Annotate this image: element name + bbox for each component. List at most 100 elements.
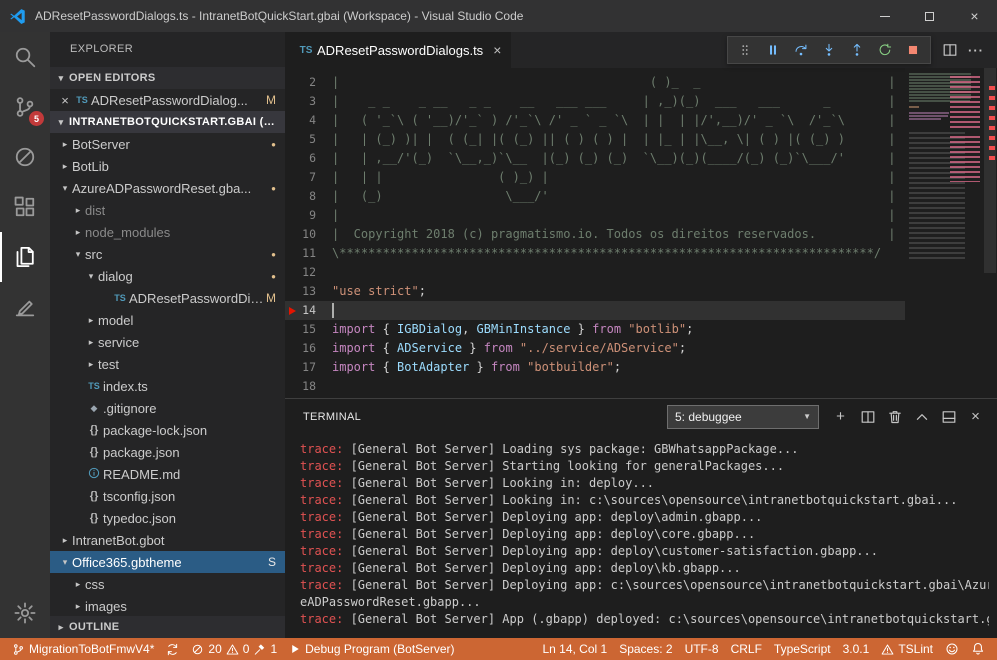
more-actions-button[interactable]: ··· [963, 38, 989, 62]
indentation-button[interactable]: Spaces: 2 [613, 638, 678, 660]
chevron-down-icon: ▾ [58, 557, 72, 568]
open-editors-header[interactable]: ▾ OPEN EDITORS [50, 67, 285, 89]
code-line-12[interactable]: 12 [285, 263, 905, 282]
code-editor[interactable]: 2| ( )_ _ |3| _ _ _ __ _ _ __ ___ ___ | … [285, 68, 997, 398]
code-line-8[interactable]: 8| (_) \___/' | [285, 187, 905, 206]
tree-item-src[interactable]: ▾src● [50, 243, 285, 265]
terminal-picker-dropdown[interactable]: 5: debuggee ▼ [667, 405, 819, 429]
activitybar-source-control[interactable]: 5 [0, 82, 50, 132]
code-line-5[interactable]: 5| | (_) )| | ( (_| |( (_) || ( ) ( ) | … [285, 130, 905, 149]
tree-item-botserver[interactable]: ▸BotServer● [50, 133, 285, 155]
maximize-icon [925, 12, 934, 21]
tree-item-dialog[interactable]: ▾dialog● [50, 265, 285, 287]
language-mode: TypeScript [774, 642, 831, 656]
code-line-14[interactable]: 14 [285, 301, 905, 320]
tree-item-images[interactable]: ▸images [50, 595, 285, 616]
code-line-13[interactable]: 13"use strict"; [285, 282, 905, 301]
tree-item-azureadpasswordreset-gba[interactable]: ▾AzureADPasswordReset.gba...● [50, 177, 285, 199]
json-file-icon: {} [85, 490, 103, 502]
terminal-line: trace: [General Bot Server] Deploying ap… [300, 526, 989, 543]
tree-item-package-json[interactable]: {}package.json [50, 441, 285, 463]
step-out-button[interactable] [844, 38, 870, 62]
outline-header[interactable]: ▸ OUTLINE [50, 616, 285, 638]
eol-button[interactable]: CRLF [725, 638, 768, 660]
code-line-2[interactable]: 2| ( )_ _ | [285, 73, 905, 92]
tree-item-tsconfig-json[interactable]: {}tsconfig.json [50, 485, 285, 507]
tree-item-model[interactable]: ▸model [50, 309, 285, 331]
search-icon [13, 45, 37, 69]
restart-button[interactable] [872, 38, 898, 62]
tree-item-botlib[interactable]: ▸BotLib [50, 155, 285, 177]
tree-item-gitignore[interactable]: ◆.gitignore [50, 397, 285, 419]
code-line-3[interactable]: 3| _ _ _ __ _ _ __ ___ ___ | ,_)(_) ___ … [285, 92, 905, 111]
split-editor-button[interactable] [937, 38, 963, 62]
sync-button[interactable] [160, 638, 185, 660]
tree-item-adresetpassworddial[interactable]: TSADResetPasswordDial...M [50, 287, 285, 309]
tree-item-node-modules[interactable]: ▸node_modules [50, 221, 285, 243]
tree-item-package-lock-json[interactable]: {}package-lock.json [50, 419, 285, 441]
cursor-position-button[interactable]: Ln 14, Col 1 [536, 638, 613, 660]
tree-item-typedoc-json[interactable]: {}typedoc.json [50, 507, 285, 529]
tslint-status-button[interactable]: TSLint [875, 638, 939, 660]
code-line-6[interactable]: 6| | ,__/'(_) `\__,_)`\__ |(_) (_) (_) `… [285, 149, 905, 168]
code-line-16[interactable]: 16import { ADService } from "../service/… [285, 339, 905, 358]
terminal-output[interactable]: trace: [General Bot Server] Loading sys … [285, 434, 997, 638]
activitybar-extensions[interactable] [0, 182, 50, 232]
split-terminal-button[interactable] [854, 404, 881, 430]
activitybar-settings-gear[interactable] [0, 588, 50, 638]
stop-button[interactable] [900, 38, 926, 62]
close-panel-button[interactable]: × [962, 404, 989, 430]
code-line-4[interactable]: 4| ( '_`\ ( '__)/'_` ) /'_`\ /' _ ` _ `\… [285, 111, 905, 130]
tree-item-css[interactable]: ▸css [50, 573, 285, 595]
pause-button[interactable] [760, 38, 786, 62]
step-over-button[interactable] [788, 38, 814, 62]
kill-terminal-button[interactable] [881, 404, 908, 430]
maximize-button[interactable] [907, 0, 952, 32]
code-line-15[interactable]: 15import { IGBDialog, GBMinInstance } fr… [285, 320, 905, 339]
tree-item-office365-gbtheme[interactable]: ▾Office365.gbthemeS [50, 551, 285, 573]
problems-button[interactable]: 20 0 1 [185, 638, 283, 660]
chevron-right-icon: ▸ [84, 359, 98, 370]
modified-badge: M [266, 93, 285, 107]
debug-status-button[interactable]: Debug Program (BotServer) [283, 638, 460, 660]
close-window-button[interactable]: × [952, 0, 997, 32]
tree-item-intranetbot-gbot[interactable]: ▸IntranetBot.gbot [50, 529, 285, 551]
activitybar-edit[interactable] [0, 282, 50, 332]
tree-item-index-ts[interactable]: TSindex.ts [50, 375, 285, 397]
step-into-button[interactable] [816, 38, 842, 62]
tree-item-service[interactable]: ▸service [50, 331, 285, 353]
overview-ruler[interactable] [983, 68, 997, 398]
code-line-10[interactable]: 10| Copyright 2018 (c) pragmatismo.io. T… [285, 225, 905, 244]
git-branch-button[interactable]: MigrationToBotFmwV4* [6, 638, 160, 660]
feedback-smiley-button[interactable] [939, 638, 965, 660]
tree-item-dist[interactable]: ▸dist [50, 199, 285, 221]
terminal-tab[interactable]: TERMINAL [303, 411, 361, 423]
workspace-header[interactable]: ▾ INTRANETBOTQUICKSTART.GBAI (WO... [50, 111, 285, 133]
tree-item-label: Office365.gbtheme [72, 555, 182, 570]
tree-item-readme-md[interactable]: README.md [50, 463, 285, 485]
drag-handle[interactable] [732, 38, 758, 62]
tree-item-test[interactable]: ▸test [50, 353, 285, 375]
language-mode-button[interactable]: TypeScript [768, 638, 837, 660]
code-line-18[interactable]: 18 [285, 377, 905, 396]
encoding-button[interactable]: UTF-8 [679, 638, 725, 660]
maximize-panel-button[interactable] [908, 404, 935, 430]
activitybar-debug[interactable] [0, 132, 50, 182]
activitybar-search[interactable] [0, 32, 50, 82]
minimize-button[interactable] [862, 0, 907, 32]
tab-close-icon[interactable]: × [493, 42, 501, 58]
activitybar-explorer[interactable] [0, 232, 50, 282]
ts-version-button[interactable]: 3.0.1 [837, 638, 876, 660]
minimap[interactable] [905, 68, 983, 398]
code-line-9[interactable]: 9| | [285, 206, 905, 225]
code-line-7[interactable]: 7| | | ( )_) | | [285, 168, 905, 187]
toggle-panel-button[interactable] [935, 404, 962, 430]
open-editor-item[interactable]: × TS ADResetPasswordDialog... M [50, 89, 285, 111]
code-line-11[interactable]: 11\*************************************… [285, 244, 905, 263]
code-line-17[interactable]: 17import { BotAdapter } from "botbuilder… [285, 358, 905, 377]
encoding: UTF-8 [685, 642, 719, 656]
new-terminal-button[interactable]: + [827, 404, 854, 430]
close-editor-icon[interactable]: × [57, 93, 73, 108]
notifications-bell-button[interactable] [965, 638, 991, 660]
tab-adresetpassworddialogs-ts[interactable]: TS ADResetPasswordDialogs.ts × [285, 32, 511, 68]
